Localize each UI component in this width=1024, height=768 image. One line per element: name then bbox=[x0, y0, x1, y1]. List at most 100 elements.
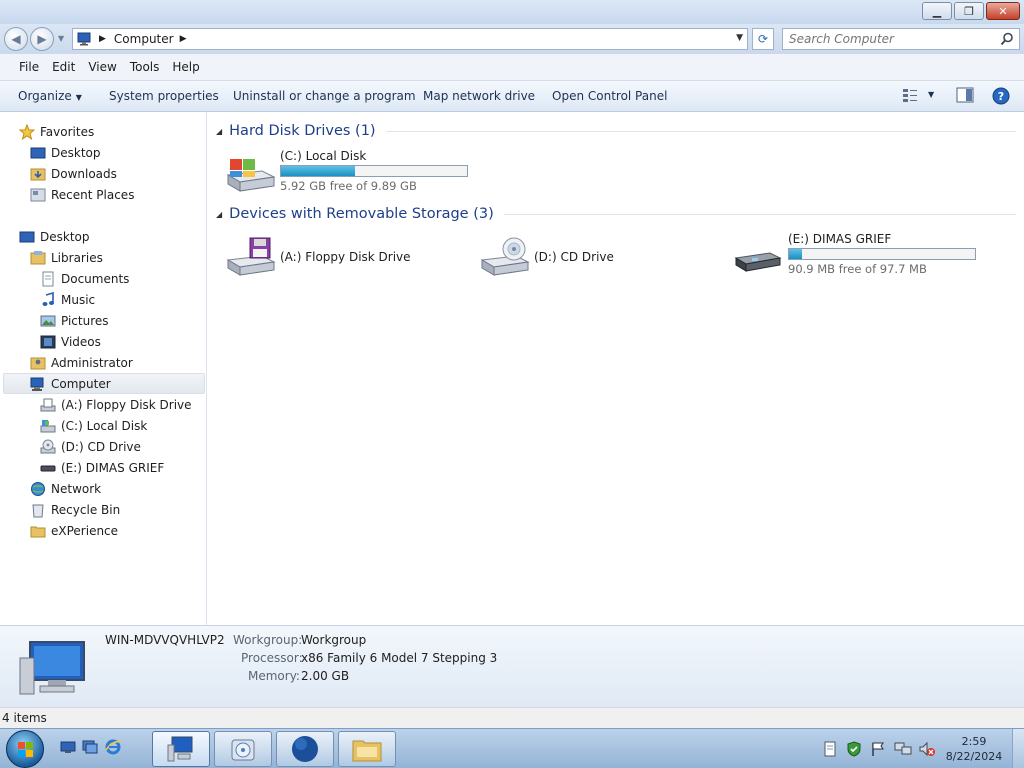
drive-e[interactable]: (E:) DIMAS GRIEF 90.9 MB free of 97.7 MB bbox=[732, 232, 992, 278]
menu-view[interactable]: View bbox=[88, 60, 116, 74]
map-network-drive-button[interactable]: Map network drive bbox=[423, 89, 535, 103]
windows-logo-icon bbox=[18, 742, 33, 757]
nav-recycle-bin[interactable]: Recycle Bin bbox=[30, 499, 120, 520]
volume-muted-icon[interactable] bbox=[918, 741, 936, 757]
floppy-drive-icon bbox=[40, 398, 56, 411]
clock-time: 2:59 bbox=[961, 735, 987, 748]
star-icon bbox=[19, 123, 35, 140]
nav-cd-drive[interactable]: (D:) CD Drive bbox=[40, 436, 141, 457]
minimize-icon: ▁ bbox=[932, 4, 942, 18]
refresh-button[interactable]: ⟳ bbox=[752, 28, 774, 50]
nav-label: Pictures bbox=[61, 313, 109, 328]
nav-label: Libraries bbox=[51, 250, 103, 265]
nav-fav-desktop[interactable]: Desktop bbox=[30, 142, 101, 163]
computer-icon bbox=[30, 377, 44, 391]
action-center-flag-icon[interactable] bbox=[870, 741, 886, 757]
nav-administrator[interactable]: Administrator bbox=[30, 352, 133, 373]
nav-usb-drive[interactable]: (E:) DIMAS GRIEF bbox=[40, 457, 164, 478]
nav-label: Desktop bbox=[51, 145, 101, 160]
change-view-icon[interactable] bbox=[902, 87, 918, 103]
pictures-icon bbox=[40, 315, 56, 326]
organize-label: Organize bbox=[18, 89, 72, 103]
taskbar-explorer-computer[interactable] bbox=[152, 731, 210, 767]
group-removable-storage[interactable]: ◢ Devices with Removable Storage (3) bbox=[216, 204, 1016, 224]
memory-value: 2.00 GB bbox=[301, 669, 350, 683]
nav-label: Music bbox=[61, 292, 96, 307]
forward-button[interactable]: ▶ bbox=[30, 27, 54, 51]
globe-icon bbox=[292, 736, 318, 762]
close-button[interactable]: ✕ bbox=[986, 2, 1020, 20]
uninstall-program-button[interactable]: Uninstall or change a program bbox=[233, 89, 416, 103]
system-properties-button[interactable]: System properties bbox=[109, 89, 219, 103]
collapse-arrow-icon[interactable]: ◢ bbox=[216, 210, 222, 219]
nav-label: Downloads bbox=[51, 166, 117, 181]
menu-edit[interactable]: Edit bbox=[52, 60, 75, 74]
nav-pictures[interactable]: Pictures bbox=[40, 310, 109, 331]
nav-experience[interactable]: eXPerience bbox=[30, 520, 118, 541]
address-dropdown-icon[interactable]: ▼ bbox=[736, 33, 743, 43]
show-desktop-button[interactable] bbox=[1012, 729, 1024, 768]
clock-date: 8/22/2024 bbox=[945, 750, 1003, 763]
security-shield-icon[interactable] bbox=[846, 741, 862, 757]
group-hard-disk-drives[interactable]: ◢ Hard Disk Drives (1) bbox=[216, 121, 1016, 141]
drive-name: (E:) DIMAS GRIEF bbox=[788, 232, 892, 246]
nav-music[interactable]: Music bbox=[40, 289, 95, 310]
preview-pane-icon[interactable] bbox=[956, 87, 974, 103]
cd-drive-icon bbox=[480, 237, 530, 276]
organize-button[interactable]: Organize ▼ bbox=[18, 89, 82, 103]
nav-network[interactable]: Network bbox=[30, 478, 101, 499]
address-bar[interactable]: ▶ Computer ▶ ▼ bbox=[72, 28, 748, 50]
breadcrumb-arrow-icon[interactable]: ▶ bbox=[99, 34, 106, 44]
network-status-icon[interactable] bbox=[894, 741, 912, 757]
show-desktop-quicklaunch-icon[interactable] bbox=[60, 739, 76, 755]
nav-label: Documents bbox=[61, 271, 130, 286]
nav-fav-downloads[interactable]: Downloads bbox=[30, 163, 117, 184]
nav-videos[interactable]: Videos bbox=[40, 331, 101, 352]
system-clock[interactable]: 2:59 8/22/2024 bbox=[944, 734, 1004, 764]
start-button[interactable] bbox=[6, 730, 44, 768]
minimize-button[interactable]: ▁ bbox=[922, 2, 952, 20]
desktop-icon bbox=[19, 231, 35, 242]
breadcrumb-computer[interactable]: Computer bbox=[114, 32, 174, 46]
drive-usage-bar bbox=[280, 165, 468, 177]
floppy-drive-icon bbox=[226, 237, 276, 276]
recent-places-icon bbox=[30, 188, 46, 201]
recent-pages-icon[interactable]: ▼ bbox=[58, 34, 64, 43]
music-icon bbox=[42, 291, 54, 306]
drive-c[interactable]: (C:) Local Disk 5.92 GB free of 9.89 GB bbox=[224, 149, 484, 195]
drive-a[interactable]: (A:) Floppy Disk Drive bbox=[224, 232, 464, 278]
drive-d[interactable]: (D:) CD Drive bbox=[478, 232, 718, 278]
switch-windows-icon[interactable] bbox=[82, 739, 98, 755]
search-icon[interactable] bbox=[1000, 32, 1014, 46]
search-input[interactable] bbox=[783, 29, 993, 49]
search-box[interactable] bbox=[782, 28, 1020, 50]
nav-label: Desktop bbox=[40, 229, 90, 244]
taskbar-explorer-folder[interactable] bbox=[338, 731, 396, 767]
taskbar-globe-app[interactable] bbox=[276, 731, 334, 767]
internet-explorer-icon[interactable] bbox=[104, 738, 122, 756]
nav-local-disk[interactable]: (C:) Local Disk bbox=[40, 415, 147, 436]
nav-fav-recent-places[interactable]: Recent Places bbox=[30, 184, 134, 205]
taskbar-media-center[interactable] bbox=[214, 731, 272, 767]
view-options-chevron-icon[interactable]: ▼ bbox=[928, 90, 934, 99]
notification-document-icon[interactable] bbox=[823, 741, 837, 757]
breadcrumb-arrow-icon[interactable]: ▶ bbox=[180, 34, 187, 44]
nav-favorites[interactable]: Favorites bbox=[19, 121, 94, 142]
restore-button[interactable]: ❐ bbox=[954, 2, 984, 20]
help-icon[interactable]: ? bbox=[992, 87, 1010, 105]
menu-tools[interactable]: Tools bbox=[130, 60, 160, 74]
nav-libraries[interactable]: Libraries bbox=[30, 247, 103, 268]
open-control-panel-button[interactable]: Open Control Panel bbox=[552, 89, 667, 103]
menu-help[interactable]: Help bbox=[172, 60, 199, 74]
group-title: Devices with Removable Storage (3) bbox=[229, 206, 494, 222]
nav-documents[interactable]: Documents bbox=[40, 268, 129, 289]
nav-desktop[interactable]: Desktop bbox=[19, 226, 90, 247]
nav-floppy-drive[interactable]: (A:) Floppy Disk Drive bbox=[40, 394, 192, 415]
back-button[interactable]: ◀ bbox=[4, 27, 28, 51]
taskbar: 2:59 8/22/2024 bbox=[0, 728, 1024, 768]
menu-file[interactable]: File bbox=[19, 60, 39, 74]
local-disk-icon bbox=[40, 419, 56, 432]
desktop-icon bbox=[30, 147, 46, 158]
nav-computer[interactable]: Computer bbox=[3, 373, 205, 394]
collapse-arrow-icon[interactable]: ◢ bbox=[216, 127, 222, 136]
